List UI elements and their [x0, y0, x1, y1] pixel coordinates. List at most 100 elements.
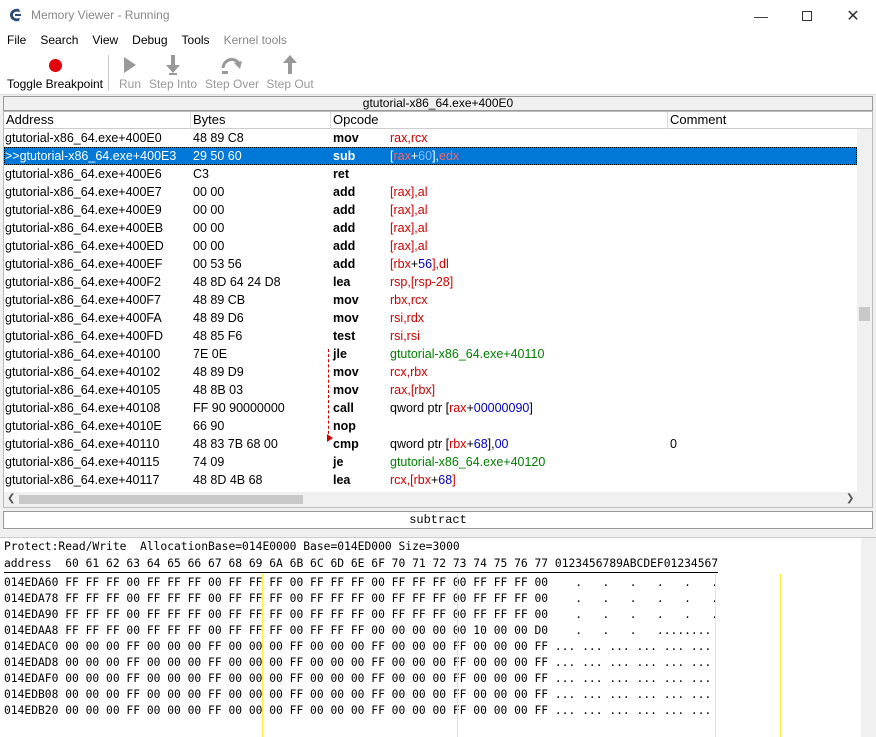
hex-line[interactable]: 014EDA78 FF FF FF 00 FF FF FF 00 FF FF F…	[4, 591, 718, 607]
operand-part: ],	[487, 437, 495, 451]
hex-vertical-scrollbar[interactable]	[861, 538, 876, 737]
vertical-scroll-thumb[interactable]	[859, 307, 870, 321]
disassembly-row[interactable]: gtutorial-x86_64.exe+40100 7E 0E jle gtutor…	[4, 345, 857, 363]
step-over-button[interactable]: Step Over	[203, 53, 261, 93]
toggle-breakpoint-button[interactable]: Toggle Breakpoint	[5, 53, 105, 93]
step-into-button[interactable]: Step Into	[146, 53, 200, 93]
column-bytes[interactable]: Bytes	[191, 112, 331, 129]
menu-bar: File Search View Debug Tools Kernel tool…	[0, 31, 876, 51]
hex-line[interactable]: 014EDAD8 00 00 00 FF 00 00 00 FF 00 00 0…	[4, 655, 711, 671]
row-opcode: ret	[333, 167, 349, 181]
disassembly-row[interactable]: gtutorial-x86_64.exe+400E9 00 00 add [rax],…	[4, 201, 857, 219]
row-operands: qword ptr [rbx+68],00	[390, 435, 509, 453]
hex-line[interactable]: 014EDB20 00 00 00 FF 00 00 00 FF 00 00 0…	[4, 703, 711, 719]
menu-file[interactable]: File	[0, 31, 33, 51]
disassembly-row[interactable]: gtutorial-x86_64.exe+40102 48 89 D9 mov rcx…	[4, 363, 857, 381]
row-bytes: FF 90 90000000	[193, 401, 285, 415]
disassembly-row[interactable]: gtutorial-x86_64.exe+40110 48 83 7B 68 00…	[4, 435, 857, 453]
operand-part: gtutorial-x86_64.exe+40110	[390, 347, 545, 361]
menu-kernel-tools[interactable]: Kernel tools	[217, 31, 294, 51]
disassembly-row[interactable]: gtutorial-x86_64.exe+40105 48 8B 03 mov rax…	[4, 381, 857, 399]
operand-part: [rax],al	[390, 185, 428, 199]
row-operands: gtutorial-x86_64.exe+40110	[390, 345, 544, 363]
disassembly-row[interactable]: gtutorial-x86_64.exe+400FD 48 85 F6 test rs…	[4, 327, 857, 345]
step-over-icon	[221, 58, 242, 74]
disassembly-row[interactable]: gtutorial-x86_64.exe+4010E 66 90 nop	[4, 417, 857, 435]
step-out-icon	[283, 55, 297, 74]
menu-view[interactable]: View	[85, 31, 125, 51]
disassembler-horizontal-scrollbar[interactable]: ❮ ❯	[4, 492, 872, 507]
row-operands: [rbx+56],dl	[390, 255, 449, 273]
window-title: Memory Viewer - Running	[31, 8, 170, 22]
disassembly-row[interactable]: gtutorial-x86_64.exe+40115 74 09 je gtutori…	[4, 453, 857, 471]
disassembly-row[interactable]: gtutorial-x86_64.exe+400FA 48 89 D6 mov rsi…	[4, 309, 857, 327]
hex-line[interactable]: 014EDA60 FF FF FF 00 FF FF FF 00 FF FF F…	[4, 575, 718, 591]
hex-line[interactable]: 014EDAC0 00 00 00 FF 00 00 00 FF 00 00 0…	[4, 639, 711, 655]
disassembly-rows: gtutorial-x86_64.exe+400E0 48 89 C8 mov rax…	[4, 129, 857, 492]
disassembly-row[interactable]: >>gtutorial-x86_64.exe+400E3 29 50 60 sub […	[4, 147, 857, 165]
run-label: Run	[118, 77, 141, 91]
disassembly-row[interactable]: gtutorial-x86_64.exe+400EF 00 53 56 add [rb…	[4, 255, 857, 273]
disassembly-row[interactable]: gtutorial-x86_64.exe+400E0 48 89 C8 mov rax…	[4, 129, 857, 147]
scroll-right-icon[interactable]: ❯	[846, 493, 854, 504]
row-bytes: 00 00	[193, 239, 225, 253]
disassembly-row[interactable]: gtutorial-x86_64.exe+400E7 00 00 add [rax],…	[4, 183, 857, 201]
operand-part: +	[466, 401, 474, 415]
current-address-bar[interactable]: gtutorial-x86_64.exe+400E0	[3, 96, 873, 111]
disassembly-row[interactable]: gtutorial-x86_64.exe+40117 48 8D 4B 68 lea…	[4, 471, 857, 489]
row-operands: rsi,rsi	[390, 327, 420, 345]
menu-search[interactable]: Search	[33, 31, 85, 51]
row-address: gtutorial-x86_64.exe+400FA	[5, 311, 162, 325]
column-opcode[interactable]: Opcode	[331, 112, 668, 129]
hex-line[interactable]: 014EDAF0 00 00 00 FF 00 00 00 FF 00 00 0…	[4, 671, 711, 687]
column-address[interactable]: Address	[4, 112, 191, 129]
operand-part: rcx,rbx	[390, 365, 428, 379]
disassembly-row[interactable]: gtutorial-x86_64.exe+400F7 48 89 CB mov rbx…	[4, 291, 857, 309]
operand-part: 56	[418, 257, 433, 271]
row-bytes: 48 8D 64 24 D8	[193, 275, 281, 289]
maximize-button[interactable]	[784, 0, 830, 31]
step-out-button[interactable]: Step Out	[264, 53, 316, 93]
menu-debug[interactable]: Debug	[125, 31, 174, 51]
row-address: gtutorial-x86_64.exe+40100	[5, 347, 161, 361]
row-opcode: add	[333, 239, 356, 253]
operand-part: +	[466, 437, 474, 451]
minimize-button[interactable]: ―	[738, 0, 784, 31]
row-address: gtutorial-x86_64.exe+4010E	[5, 419, 162, 433]
row-operands: [rax],al	[390, 183, 428, 201]
close-icon: ✕	[846, 7, 860, 25]
operand-part: rsi,rsi	[390, 329, 420, 343]
operand-part: gtutorial-x86_64.exe+40120	[390, 455, 546, 469]
hex-line[interactable]: 014EDAA8 FF FF FF 00 FF FF FF 00 FF FF F…	[4, 623, 711, 639]
hex-view[interactable]: Protect:Read/Write AllocationBase=014E00…	[0, 537, 876, 737]
operand-part: [rax],al	[390, 203, 428, 217]
row-operands: rax,[rbx]	[390, 381, 435, 399]
disassembly-row[interactable]: gtutorial-x86_64.exe+400ED 00 00 add [rax],…	[4, 237, 857, 255]
column-comment[interactable]: Comment	[668, 112, 872, 129]
disassembly-row[interactable]: gtutorial-x86_64.exe+40108 FF 90 90000000…	[4, 399, 857, 417]
disassembly-row[interactable]: gtutorial-x86_64.exe+400EB 00 00 add [rax],…	[4, 219, 857, 237]
hex-line[interactable]: 014EDA90 FF FF FF 00 FF FF FF 00 FF FF F…	[4, 607, 718, 623]
toggle-breakpoint-label: Toggle Breakpoint	[6, 77, 104, 91]
menu-tools[interactable]: Tools	[175, 31, 217, 51]
row-operands: [rax],al	[390, 201, 428, 219]
hex-line[interactable]: 014EDB08 00 00 00 FF 00 00 00 FF 00 00 0…	[4, 687, 711, 703]
operand-part: rsi,rdx	[390, 311, 425, 325]
row-address: gtutorial-x86_64.exe+40102	[5, 365, 161, 379]
horizontal-scroll-thumb[interactable]	[19, 495, 303, 504]
disassembly-row[interactable]: gtutorial-x86_64.exe+400E6 C3 ret	[4, 165, 857, 183]
disassembler-vertical-scrollbar[interactable]	[857, 129, 872, 492]
hex-header: address 60 61 62 63 64 65 66 67 68 69 6A…	[4, 557, 719, 573]
row-bytes: 48 83 7B 68 00	[193, 437, 278, 451]
row-address: gtutorial-x86_64.exe+400EB	[5, 221, 164, 235]
disassembler-view[interactable]: Address Bytes Opcode Comment gtutorial-x…	[3, 111, 873, 508]
operand-part: rax,[rbx]	[390, 383, 436, 397]
run-button[interactable]: Run	[116, 53, 144, 93]
step-into-icon	[166, 55, 180, 75]
row-opcode: mov	[333, 311, 359, 325]
row-opcode: lea	[333, 275, 351, 289]
disassembly-row[interactable]: gtutorial-x86_64.exe+400F2 48 8D 64 24 D8…	[4, 273, 857, 291]
maximize-icon	[802, 10, 812, 21]
scroll-left-icon[interactable]: ❮	[7, 493, 15, 504]
close-button[interactable]: ✕	[830, 0, 876, 31]
